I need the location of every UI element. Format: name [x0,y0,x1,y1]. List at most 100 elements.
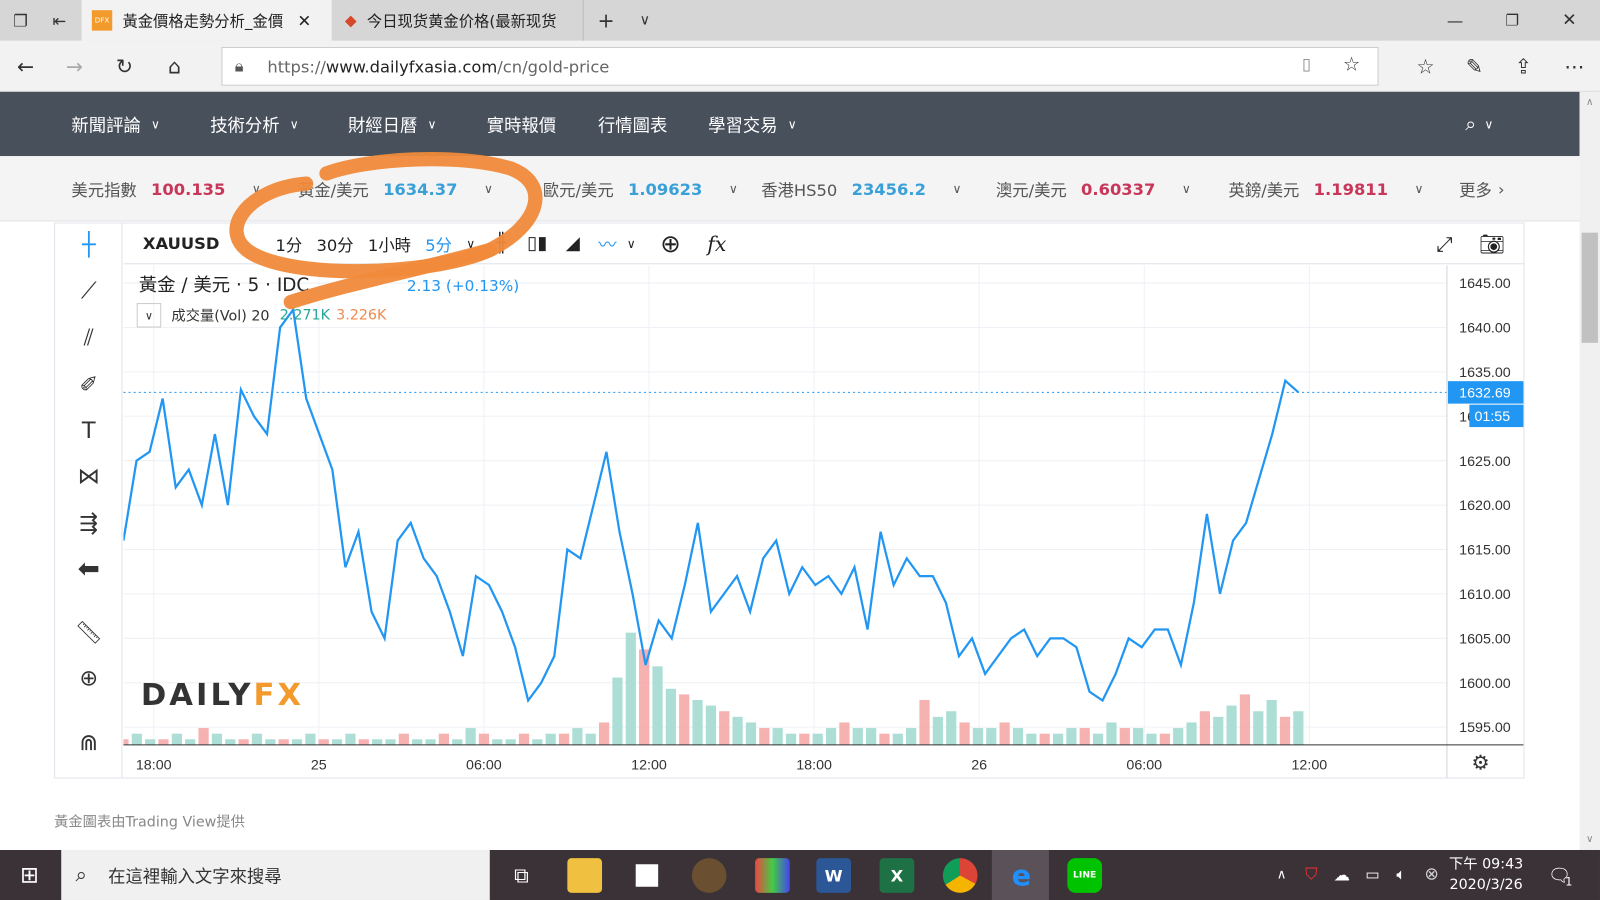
fullscreen-popout-icon[interactable]: ⤢ [1436,231,1452,255]
interval-1h[interactable]: 1小時 [368,231,411,255]
tab-list-chevron-icon[interactable]: ∨ [631,6,660,35]
nav-technical[interactable]: 技術分析 ∨ [210,92,299,156]
price-chart[interactable]: 1645.001640.001635.001630.001625.001620.… [123,265,1524,778]
tab-manager-icon[interactable]: ❐ [6,6,35,35]
x-tick-label: 18:00 [796,757,832,773]
onedrive-icon[interactable]: ☁ [1331,862,1353,886]
candle-chart-icon[interactable]: ▯▮ [527,233,547,254]
compare-add-icon[interactable]: ⊕ [660,229,681,258]
tray-expand-icon[interactable]: ∧ [1271,862,1291,886]
volume-icon[interactable]: 🔈︎ [1390,862,1412,886]
network-icon[interactable]: ▭ [1361,862,1383,886]
forward-icon[interactable]: → [59,51,90,82]
chart-type-chevron-icon[interactable]: ∨ [627,236,636,250]
chevron-down-icon: ∨ [787,116,797,132]
magnet-icon[interactable]: ⋒ [69,723,108,762]
taskbar-clock[interactable]: 下午 09:43 2020/3/26 [1449,854,1523,895]
y-tick-label: 1625.00 [1459,454,1511,470]
nav-label: 行情圖表 [597,116,668,137]
favorites-icon[interactable]: ☆ [1410,51,1441,82]
ticker-item[interactable]: 香港HS50 23456.2 ∨ [761,156,961,221]
line-app-icon[interactable]: LINE [1067,858,1103,893]
volume-bar [799,733,810,745]
favorite-star-icon[interactable]: ☆ [1343,53,1360,75]
interval-1m[interactable]: 1分 [276,231,303,255]
store-icon[interactable] [629,858,665,893]
close-tab-icon[interactable]: ✕ [297,11,311,30]
url-input[interactable]: 🔒︎ https://www.dailyfxasia.com/cn/gold-p… [221,46,1379,86]
more-icon[interactable]: ⋯ [1559,51,1590,82]
file-explorer-icon[interactable] [567,858,603,893]
brush-icon[interactable]: ✐ [69,365,108,404]
symbol-button[interactable]: XAUUSD [143,234,220,253]
tab-gold-price[interactable]: DFX 黃金價格走勢分析_金價 ✕ [81,0,332,41]
line-chart-icon[interactable]: 〰 [598,230,616,257]
search-button[interactable]: ⌕ ∨ [1465,92,1493,156]
status-x-icon[interactable]: ⊗ [1420,862,1442,886]
indicators-fx-icon[interactable]: fx [707,231,726,255]
nav-calendar[interactable]: 財經日曆 ∨ [348,92,437,156]
volume-bar [331,739,343,745]
nav-learn[interactable]: 學習交易 ∨ [708,92,797,156]
fib-tool-icon[interactable]: ⫽ [69,318,108,357]
collapse-chevron-icon[interactable]: ∨ [136,303,162,328]
scroll-up-icon[interactable]: ∧ [1580,92,1600,112]
text-tool-icon[interactable]: T [69,411,108,450]
crosshair-icon[interactable]: ┼ [69,226,108,265]
back-icon[interactable]: ← [10,51,41,82]
ticker-item[interactable]: 美元指數 100.135 ∨ [71,156,260,221]
restore-icon[interactable]: ❐ [1498,6,1527,35]
prediction-tool-icon[interactable]: ⇶ [69,504,108,543]
excel-icon[interactable]: X [879,858,915,893]
trend-line-icon[interactable]: ⟋ [69,271,108,310]
volume-bar [385,739,396,745]
volume-bar [1092,733,1104,745]
notifications-icon[interactable]: 🗨︎ 1 [1545,860,1576,891]
interval-30m[interactable]: 30分 [317,231,354,255]
interval-5m[interactable]: 5分 [425,231,452,255]
share-icon[interactable]: ⇪ [1508,51,1539,82]
back-arrow-icon[interactable]: ⬅ [69,550,108,589]
tab-spot-gold[interactable]: ◆ 今日现货黄金价格(最新现货 [335,0,584,41]
ticker-item[interactable]: 黃金/美元 1634.37 ∨ [298,156,493,221]
taskbar-search-input[interactable]: ⌕ 在這裡輸入文字來搜尋 [61,849,490,900]
ticker-item[interactable]: 澳元/美元 0.60337 ∨ [996,156,1191,221]
volume-bar [318,739,329,745]
volume-bar [123,739,129,745]
set-aside-tabs-icon[interactable]: ⇤ [45,6,74,35]
word-icon[interactable]: W [816,858,852,893]
task-view-icon[interactable]: ⧉ [506,858,537,893]
bar-chart-icon[interactable]: ╫ [496,233,507,254]
zoom-in-icon[interactable]: ⊕ [69,659,108,698]
ruler-icon[interactable]: 📏︎ [69,613,108,652]
pattern-tool-icon[interactable]: ⋈ [69,457,108,496]
pen-icon[interactable]: ✎ [1459,51,1490,82]
nav-charts[interactable]: 行情圖表 [598,92,667,156]
area-chart-icon[interactable]: ◢ [566,233,580,254]
volume-bar [598,722,610,745]
refresh-icon[interactable]: ↻ [109,51,140,82]
media-app-icon[interactable] [691,858,727,893]
home-icon[interactable]: ⌂ [159,51,190,82]
page-scrollbar[interactable]: ∧ ∨ [1579,91,1600,850]
edge-icon[interactable]: e [1004,858,1039,893]
interval-chevron-icon[interactable]: ∨ [466,236,475,250]
close-window-icon[interactable]: ✕ [1555,6,1584,35]
nav-news[interactable]: 新聞評論 ∨ [71,92,160,156]
chrome-icon[interactable] [942,858,978,893]
scroll-down-icon[interactable]: ∨ [1580,829,1600,849]
ticker-more-link[interactable]: 更多 › [1459,156,1504,221]
settings-gear-icon[interactable]: ⚙ [1471,750,1489,774]
camera-snapshot-icon[interactable]: 📷︎ [1479,231,1505,255]
scrollbar-thumb[interactable] [1581,232,1598,343]
nav-quotes[interactable]: 實時報價 [487,92,556,156]
windows-start-icon[interactable]: ⊞ [14,860,45,891]
new-tab-icon[interactable]: + [592,6,621,35]
antivirus-icon[interactable]: ⛉ [1300,862,1322,886]
volume-bar [198,728,209,745]
ticker-item[interactable]: 歐元/美元 1.09623 ∨ [543,156,738,221]
reading-view-icon[interactable]: ▯ [1302,54,1311,73]
ticker-item[interactable]: 英鎊/美元 1.19811 ∨ [1229,156,1424,221]
minimize-icon[interactable]: — [1441,6,1470,35]
app-icon[interactable] [755,858,790,893]
